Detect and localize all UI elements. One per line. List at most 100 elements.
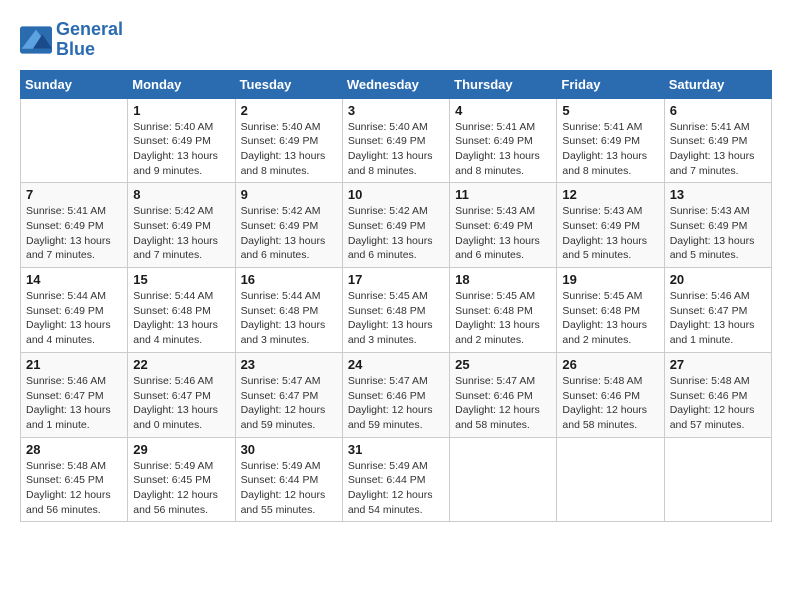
page-header: General Blue xyxy=(20,20,772,60)
day-number: 6 xyxy=(670,103,766,118)
day-number: 25 xyxy=(455,357,551,372)
day-number: 28 xyxy=(26,442,122,457)
day-info: Sunrise: 5:42 AMSunset: 6:49 PMDaylight:… xyxy=(133,204,229,263)
calendar-cell: 4 Sunrise: 5:41 AMSunset: 6:49 PMDaylight… xyxy=(450,98,557,183)
day-number: 2 xyxy=(241,103,337,118)
weekday-header-thursday: Thursday xyxy=(450,70,557,98)
day-info: Sunrise: 5:45 AMSunset: 6:48 PMDaylight:… xyxy=(455,289,551,348)
day-info: Sunrise: 5:48 AMSunset: 6:46 PMDaylight:… xyxy=(562,374,658,433)
day-info: Sunrise: 5:46 AMSunset: 6:47 PMDaylight:… xyxy=(26,374,122,433)
day-info: Sunrise: 5:47 AMSunset: 6:46 PMDaylight:… xyxy=(348,374,444,433)
day-info: Sunrise: 5:45 AMSunset: 6:48 PMDaylight:… xyxy=(562,289,658,348)
calendar-cell: 23Sunrise: 5:47 AMSunset: 6:47 PMDayligh… xyxy=(235,352,342,437)
day-info: Sunrise: 5:44 AMSunset: 6:49 PMDaylight:… xyxy=(26,289,122,348)
calendar-cell: 13 Sunrise: 5:43 AMSunset: 6:49 PMDayligh… xyxy=(664,183,771,268)
day-number: 21 xyxy=(26,357,122,372)
calendar-cell: 3 Sunrise: 5:40 AMSunset: 6:49 PMDaylight… xyxy=(342,98,449,183)
day-info: Sunrise: 5:45 AMSunset: 6:48 PMDaylight:… xyxy=(348,289,444,348)
day-info: Sunrise: 5:43 AMSunset: 6:49 PMDaylight:… xyxy=(562,204,658,263)
day-number: 20 xyxy=(670,272,766,287)
day-number: 27 xyxy=(670,357,766,372)
calendar-cell: 6 Sunrise: 5:41 AMSunset: 6:49 PMDaylight… xyxy=(664,98,771,183)
day-number: 11 xyxy=(455,187,551,202)
calendar-week-4: 21 Sunrise: 5:46 AMSunset: 6:47 PMDayligh… xyxy=(21,352,772,437)
calendar-cell: 29 Sunrise: 5:49 AMSunset: 6:45 PMDayligh… xyxy=(128,437,235,522)
day-number: 10 xyxy=(348,187,444,202)
day-number: 3 xyxy=(348,103,444,118)
day-number: 17 xyxy=(348,272,444,287)
logo-text-general: General xyxy=(56,20,123,40)
day-number: 5 xyxy=(562,103,658,118)
day-number: 22 xyxy=(133,357,229,372)
day-number: 31 xyxy=(348,442,444,457)
day-info: Sunrise: 5:41 AMSunset: 6:49 PMDaylight:… xyxy=(562,120,658,179)
day-info: Sunrise: 5:40 AMSunset: 6:49 PMDaylight:… xyxy=(133,120,229,179)
calendar-cell: 14Sunrise: 5:44 AMSunset: 6:49 PMDayligh… xyxy=(21,268,128,353)
day-info: Sunrise: 5:40 AMSunset: 6:49 PMDaylight:… xyxy=(348,120,444,179)
day-info: Sunrise: 5:44 AMSunset: 6:48 PMDaylight:… xyxy=(241,289,337,348)
calendar-cell: 15 Sunrise: 5:44 AMSunset: 6:48 PMDayligh… xyxy=(128,268,235,353)
calendar-cell: 10 Sunrise: 5:42 AMSunset: 6:49 PMDayligh… xyxy=(342,183,449,268)
day-info: Sunrise: 5:43 AMSunset: 6:49 PMDaylight:… xyxy=(455,204,551,263)
day-number: 12 xyxy=(562,187,658,202)
day-info: Sunrise: 5:42 AMSunset: 6:49 PMDaylight:… xyxy=(348,204,444,263)
calendar-cell: 9 Sunrise: 5:42 AMSunset: 6:49 PMDaylight… xyxy=(235,183,342,268)
day-info: Sunrise: 5:43 AMSunset: 6:49 PMDaylight:… xyxy=(670,204,766,263)
day-info: Sunrise: 5:49 AMSunset: 6:44 PMDaylight:… xyxy=(241,459,337,518)
logo-text-blue: Blue xyxy=(56,40,123,60)
day-number: 13 xyxy=(670,187,766,202)
weekday-header-tuesday: Tuesday xyxy=(235,70,342,98)
day-number: 30 xyxy=(241,442,337,457)
calendar-cell: 2 Sunrise: 5:40 AMSunset: 6:49 PMDaylight… xyxy=(235,98,342,183)
weekday-header-wednesday: Wednesday xyxy=(342,70,449,98)
calendar-cell: 19 Sunrise: 5:45 AMSunset: 6:48 PMDayligh… xyxy=(557,268,664,353)
calendar-cell: 26 Sunrise: 5:48 AMSunset: 6:46 PMDayligh… xyxy=(557,352,664,437)
day-number: 4 xyxy=(455,103,551,118)
day-number: 7 xyxy=(26,187,122,202)
day-info: Sunrise: 5:44 AMSunset: 6:48 PMDaylight:… xyxy=(133,289,229,348)
weekday-header-monday: Monday xyxy=(128,70,235,98)
day-info: Sunrise: 5:41 AMSunset: 6:49 PMDaylight:… xyxy=(455,120,551,179)
calendar-cell: 30 Sunrise: 5:49 AMSunset: 6:44 PMDayligh… xyxy=(235,437,342,522)
day-number: 9 xyxy=(241,187,337,202)
calendar-cell: 12 Sunrise: 5:43 AMSunset: 6:49 PMDayligh… xyxy=(557,183,664,268)
calendar-cell xyxy=(450,437,557,522)
calendar-cell: 1 Sunrise: 5:40 AMSunset: 6:49 PMDaylight… xyxy=(128,98,235,183)
calendar-cell: 7 Sunrise: 5:41 AMSunset: 6:49 PMDaylight… xyxy=(21,183,128,268)
weekday-header-sunday: Sunday xyxy=(21,70,128,98)
calendar-cell: 20 Sunrise: 5:46 AMSunset: 6:47 PMDayligh… xyxy=(664,268,771,353)
calendar-cell: 11 Sunrise: 5:43 AMSunset: 6:49 PMDayligh… xyxy=(450,183,557,268)
calendar-cell xyxy=(664,437,771,522)
day-info: Sunrise: 5:41 AMSunset: 6:49 PMDaylight:… xyxy=(670,120,766,179)
calendar-cell: 17 Sunrise: 5:45 AMSunset: 6:48 PMDayligh… xyxy=(342,268,449,353)
calendar-week-5: 28 Sunrise: 5:48 AMSunset: 6:45 PMDayligh… xyxy=(21,437,772,522)
day-number: 26 xyxy=(562,357,658,372)
calendar-cell: 22 Sunrise: 5:46 AMSunset: 6:47 PMDayligh… xyxy=(128,352,235,437)
logo-icon xyxy=(20,26,52,54)
calendar-cell: 18 Sunrise: 5:45 AMSunset: 6:48 PMDayligh… xyxy=(450,268,557,353)
day-info: Sunrise: 5:48 AMSunset: 6:45 PMDaylight:… xyxy=(26,459,122,518)
calendar-cell: 27Sunrise: 5:48 AMSunset: 6:46 PMDayligh… xyxy=(664,352,771,437)
calendar-cell: 31 Sunrise: 5:49 AMSunset: 6:44 PMDayligh… xyxy=(342,437,449,522)
day-info: Sunrise: 5:46 AMSunset: 6:47 PMDaylight:… xyxy=(133,374,229,433)
weekday-header-friday: Friday xyxy=(557,70,664,98)
day-number: 18 xyxy=(455,272,551,287)
day-info: Sunrise: 5:41 AMSunset: 6:49 PMDaylight:… xyxy=(26,204,122,263)
day-info: Sunrise: 5:47 AMSunset: 6:46 PMDaylight:… xyxy=(455,374,551,433)
calendar-cell: 5 Sunrise: 5:41 AMSunset: 6:49 PMDaylight… xyxy=(557,98,664,183)
day-number: 29 xyxy=(133,442,229,457)
calendar-cell: 21 Sunrise: 5:46 AMSunset: 6:47 PMDayligh… xyxy=(21,352,128,437)
day-info: Sunrise: 5:46 AMSunset: 6:47 PMDaylight:… xyxy=(670,289,766,348)
day-info: Sunrise: 5:49 AMSunset: 6:45 PMDaylight:… xyxy=(133,459,229,518)
calendar-cell: 16Sunrise: 5:44 AMSunset: 6:48 PMDayligh… xyxy=(235,268,342,353)
day-info: Sunrise: 5:42 AMSunset: 6:49 PMDaylight:… xyxy=(241,204,337,263)
day-number: 8 xyxy=(133,187,229,202)
day-number: 1 xyxy=(133,103,229,118)
day-number: 19 xyxy=(562,272,658,287)
day-info: Sunrise: 5:40 AMSunset: 6:49 PMDaylight:… xyxy=(241,120,337,179)
calendar-cell: 8 Sunrise: 5:42 AMSunset: 6:49 PMDaylight… xyxy=(128,183,235,268)
day-info: Sunrise: 5:49 AMSunset: 6:44 PMDaylight:… xyxy=(348,459,444,518)
day-number: 15 xyxy=(133,272,229,287)
calendar-cell: 25 Sunrise: 5:47 AMSunset: 6:46 PMDayligh… xyxy=(450,352,557,437)
calendar-cell: 24Sunrise: 5:47 AMSunset: 6:46 PMDayligh… xyxy=(342,352,449,437)
